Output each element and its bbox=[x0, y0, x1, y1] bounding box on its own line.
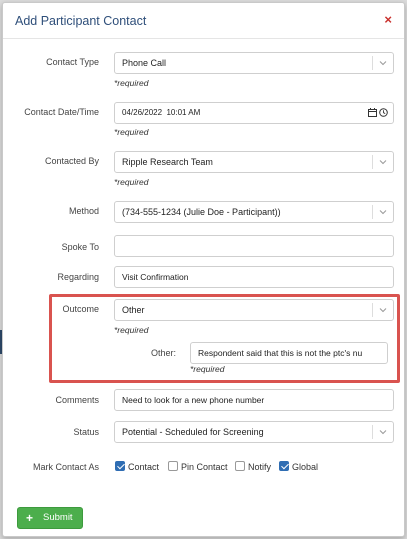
modal-title: Add Participant Contact bbox=[15, 14, 147, 28]
plus-icon: + bbox=[26, 511, 34, 525]
required-note: *required bbox=[114, 177, 149, 187]
chevron-down-icon bbox=[379, 210, 387, 215]
contact-type-value: Phone Call bbox=[122, 58, 167, 68]
chevron-down-icon bbox=[379, 308, 387, 313]
modal-header: Add Participant Contact × bbox=[3, 3, 404, 39]
comments-input[interactable]: Need to look for a new phone number bbox=[114, 389, 394, 411]
contact-datetime-label: Contact Date/Time bbox=[24, 107, 99, 117]
outcome-select[interactable]: Other bbox=[114, 299, 394, 321]
contact-datetime-input[interactable]: 04/26/2022 10:01 AM bbox=[114, 102, 394, 124]
pin-contact-checkbox-label[interactable]: Pin Contact bbox=[181, 462, 228, 472]
required-note: *required bbox=[114, 325, 149, 335]
pin-contact-checkbox[interactable] bbox=[168, 461, 178, 471]
contact-datetime-value: 04/26/2022 10:01 AM bbox=[122, 108, 201, 117]
calendar-icon[interactable] bbox=[368, 108, 377, 117]
contacted-by-label: Contacted By bbox=[44, 156, 99, 166]
chevron-down-icon bbox=[379, 61, 387, 66]
contacted-by-select[interactable]: Ripple Research Team bbox=[114, 151, 394, 173]
method-select[interactable]: (734-555-1234 (Julie Doe - Participant)) bbox=[114, 201, 394, 223]
mark-contact-as-label: Mark Contact As bbox=[32, 462, 99, 472]
regarding-value: Visit Confirmation bbox=[122, 272, 189, 282]
add-participant-contact-modal: Add Participant Contact × Contact Type P… bbox=[2, 2, 405, 537]
close-icon[interactable]: × bbox=[384, 12, 392, 27]
notify-checkbox[interactable] bbox=[235, 461, 245, 471]
other-outcome-value: Respondent said that this is not the ptc… bbox=[198, 348, 363, 358]
status-select[interactable]: Potential - Scheduled for Screening bbox=[114, 421, 394, 443]
required-note: *required bbox=[190, 364, 225, 374]
regarding-label: Regarding bbox=[57, 272, 99, 282]
required-note: *required bbox=[114, 127, 149, 137]
contact-checkbox[interactable] bbox=[115, 461, 125, 471]
status-label: Status bbox=[73, 427, 99, 437]
regarding-input[interactable]: Visit Confirmation bbox=[114, 266, 394, 288]
notify-checkbox-label[interactable]: Notify bbox=[248, 462, 271, 472]
global-checkbox-label[interactable]: Global bbox=[292, 462, 318, 472]
contact-type-select[interactable]: Phone Call bbox=[114, 52, 394, 74]
comments-value: Need to look for a new phone number bbox=[122, 395, 265, 405]
required-note: *required bbox=[114, 78, 149, 88]
global-checkbox[interactable] bbox=[279, 461, 289, 471]
submit-button[interactable]: + Submit bbox=[17, 507, 83, 529]
other-outcome-input[interactable]: Respondent said that this is not the ptc… bbox=[190, 342, 388, 364]
method-label: Method bbox=[68, 206, 99, 216]
method-value: (734-555-1234 (Julie Doe - Participant)) bbox=[122, 207, 281, 217]
contacted-by-value: Ripple Research Team bbox=[122, 157, 213, 167]
spoke-to-input[interactable] bbox=[114, 235, 394, 257]
chevron-down-icon bbox=[379, 430, 387, 435]
outcome-label: Outcome bbox=[62, 304, 99, 314]
comments-label: Comments bbox=[55, 395, 99, 405]
contact-type-label: Contact Type bbox=[46, 57, 99, 67]
status-value: Potential - Scheduled for Screening bbox=[122, 427, 264, 437]
outcome-value: Other bbox=[122, 305, 145, 315]
submit-label: Submit bbox=[43, 512, 73, 523]
chevron-down-icon bbox=[379, 160, 387, 165]
spoke-to-label: Spoke To bbox=[61, 242, 99, 252]
clock-icon[interactable] bbox=[379, 108, 388, 117]
contact-checkbox-label[interactable]: Contact bbox=[128, 462, 159, 472]
other-label: Other: bbox=[150, 348, 176, 358]
